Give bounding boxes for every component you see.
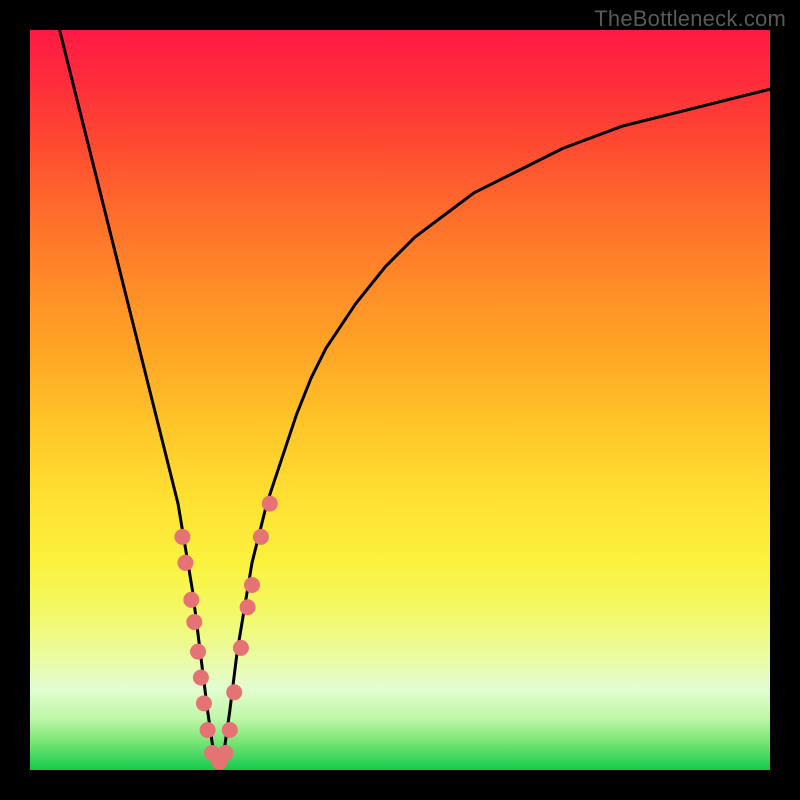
curve-dot: [240, 599, 256, 615]
curve-dot: [193, 670, 209, 686]
curve-dot: [186, 614, 202, 630]
watermark-text: TheBottleneck.com: [594, 6, 786, 32]
plot-area: [30, 30, 770, 770]
curve-dot: [253, 529, 269, 545]
curve-layer: [30, 30, 770, 770]
curve-dot: [174, 529, 190, 545]
curve-dot: [200, 722, 216, 738]
curve-dot: [196, 695, 212, 711]
bottleneck-curve: [60, 30, 770, 763]
curve-dot: [226, 684, 242, 700]
curve-dots: [174, 496, 277, 770]
curve-dot: [217, 745, 233, 761]
curve-dot: [183, 592, 199, 608]
curve-dot: [233, 640, 249, 656]
curve-dot: [190, 644, 206, 660]
curve-dot: [262, 496, 278, 512]
curve-dot: [222, 722, 238, 738]
chart-container: TheBottleneck.com: [0, 0, 800, 800]
curve-dot: [177, 555, 193, 571]
curve-dot: [244, 577, 260, 593]
